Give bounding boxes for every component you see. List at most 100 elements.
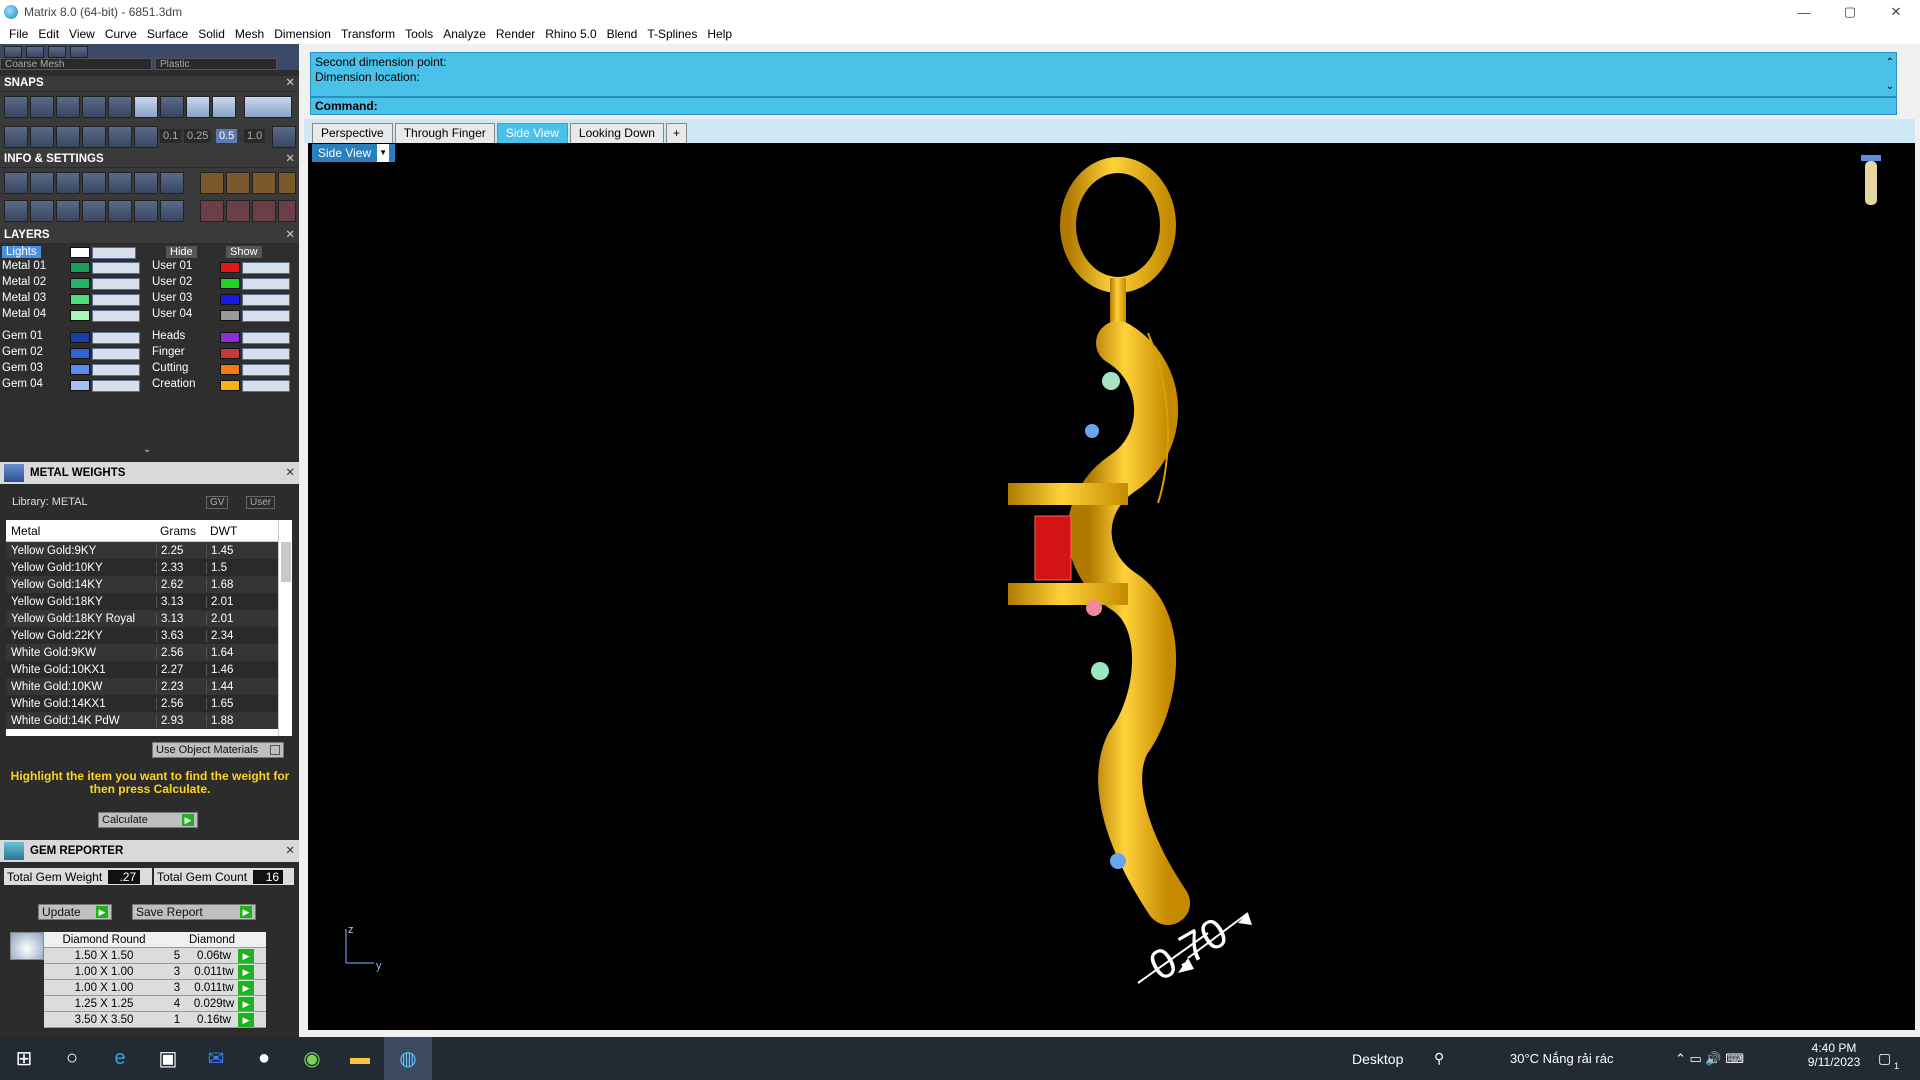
- layer-name[interactable]: Finger: [152, 346, 185, 358]
- cursor-icon[interactable]: [134, 126, 158, 148]
- layer-name[interactable]: Creation: [152, 378, 195, 390]
- layer-color-swatch[interactable]: [70, 294, 90, 305]
- expand-icon[interactable]: ⌄: [143, 444, 151, 455]
- clock[interactable]: 4:40 PM 9/11/2023: [1804, 1041, 1864, 1069]
- layer-color-swatch[interactable]: [70, 380, 90, 391]
- layer-visibility-lock[interactable]: [92, 348, 140, 360]
- eraser-icon[interactable]: [108, 126, 132, 148]
- layer-visibility-lock[interactable]: [242, 310, 290, 322]
- edge-icon[interactable]: e: [96, 1037, 144, 1080]
- prongs-icon[interactable]: [252, 200, 276, 222]
- lights-swatch[interactable]: [70, 247, 90, 258]
- hide-button[interactable]: Hide: [166, 246, 197, 258]
- minimize-button[interactable]: —: [1781, 0, 1827, 24]
- ortho-snap-icon[interactable]: [244, 96, 292, 118]
- table-row[interactable]: White Gold:14KX1 2.56 1.65: [6, 695, 278, 712]
- layer-name[interactable]: User 04: [152, 308, 192, 320]
- layer-color-swatch[interactable]: [70, 364, 90, 375]
- layer-color-swatch[interactable]: [70, 348, 90, 359]
- layer-name[interactable]: Cutting: [152, 362, 188, 374]
- windows-start-icon[interactable]: ⊞: [0, 1037, 48, 1080]
- maximize-button[interactable]: ▢: [1827, 0, 1873, 24]
- layer-visibility-lock[interactable]: [92, 310, 140, 322]
- wire-icon[interactable]: [70, 46, 88, 58]
- menu-dimension[interactable]: Dimension: [269, 27, 336, 41]
- layer-name[interactable]: Gem 02: [2, 346, 43, 358]
- mannequin-icon[interactable]: [1865, 161, 1877, 205]
- tray-icons[interactable]: ⌃ ▭ 🔊 ⌨: [1675, 1037, 1744, 1080]
- use-object-materials[interactable]: Use Object Materials: [152, 742, 284, 758]
- settings-head-icon[interactable]: [278, 200, 296, 222]
- layer-visibility-lock[interactable]: [92, 332, 140, 344]
- table-row[interactable]: White Gold:10KW 2.23 1.44: [6, 678, 278, 695]
- grid-view-icon[interactable]: [4, 200, 28, 222]
- files-icon[interactable]: [82, 172, 106, 194]
- tab-through-finger[interactable]: Through Finger: [394, 123, 495, 143]
- layer-name[interactable]: Metal 01: [2, 260, 46, 272]
- people-icon[interactable]: ⚲: [1434, 1037, 1444, 1080]
- snap-value-3[interactable]: 0.5: [216, 129, 238, 143]
- cen-snap-icon[interactable]: [108, 96, 132, 118]
- print-icon[interactable]: [108, 172, 132, 194]
- layer-color-swatch[interactable]: [220, 380, 240, 391]
- shade-icon[interactable]: [26, 46, 44, 58]
- menu-transform[interactable]: Transform: [336, 27, 400, 41]
- settings-icon[interactable]: [4, 172, 28, 194]
- layer-visibility-lock[interactable]: [242, 348, 290, 360]
- mid-snap-icon[interactable]: [82, 96, 106, 118]
- command-line[interactable]: Command:: [310, 97, 1897, 115]
- point-snap-icon[interactable]: [56, 96, 80, 118]
- layer-name[interactable]: Gem 03: [2, 362, 43, 374]
- layer-name[interactable]: Heads: [152, 330, 185, 342]
- table-row[interactable]: Yellow Gold:22KY 3.63 2.34: [6, 627, 278, 644]
- close-icon[interactable]: ✕: [285, 228, 295, 243]
- table-row[interactable]: Yellow Gold:10KY 2.33 1.5: [6, 559, 278, 576]
- layer-color-swatch[interactable]: [220, 294, 240, 305]
- layer-color-swatch[interactable]: [220, 332, 240, 343]
- update-button[interactable]: Update ▶: [38, 904, 112, 920]
- menu-tools[interactable]: Tools: [400, 27, 438, 41]
- tan-snap-icon[interactable]: [186, 96, 210, 118]
- gem-row[interactable]: 3.50 X 3.50 1 0.16tw ▶: [44, 1012, 266, 1028]
- menu-curve[interactable]: Curve: [100, 27, 142, 41]
- layer-name[interactable]: Gem 04: [2, 378, 43, 390]
- window-icon[interactable]: [30, 200, 54, 222]
- app-green-icon[interactable]: ◉: [288, 1037, 336, 1080]
- select-gem-icon[interactable]: ▶: [238, 948, 254, 963]
- quad-snap-icon[interactable]: [212, 96, 236, 118]
- viewport-label[interactable]: Side View ▼: [312, 144, 396, 162]
- layer-visibility-lock[interactable]: [92, 262, 140, 274]
- mail-icon[interactable]: ✉: [192, 1037, 240, 1080]
- layer-visibility-lock[interactable]: [92, 364, 140, 376]
- brush-icon[interactable]: [134, 172, 158, 194]
- render-icon[interactable]: [4, 46, 22, 58]
- table-row[interactable]: White Gold:9KW 2.56 1.64: [6, 644, 278, 661]
- layer-name[interactable]: User 03: [152, 292, 192, 304]
- gem-row[interactable]: 1.00 X 1.00 3 0.011tw ▶: [44, 964, 266, 980]
- layer-visibility-lock[interactable]: [92, 294, 140, 306]
- filter-icon[interactable]: [108, 200, 132, 222]
- gem-row[interactable]: 1.25 X 1.25 4 0.029tw ▶: [44, 996, 266, 1012]
- layer-name[interactable]: Gem 01: [2, 330, 43, 342]
- layer-color-swatch[interactable]: [220, 310, 240, 321]
- select-gem-icon[interactable]: ▶: [238, 980, 254, 995]
- close-icon[interactable]: ✕: [285, 76, 295, 91]
- split-icon[interactable]: [134, 200, 158, 222]
- layer-name[interactable]: User 01: [152, 260, 192, 272]
- menu-mesh[interactable]: Mesh: [230, 27, 269, 41]
- menu-view[interactable]: View: [64, 27, 100, 41]
- gem-row[interactable]: 1.00 X 1.00 3 0.011tw ▶: [44, 980, 266, 996]
- menu-rhino[interactable]: Rhino 5.0: [540, 27, 601, 41]
- tools-icon[interactable]: [200, 172, 224, 194]
- zalo-icon[interactable]: ●: [240, 1037, 288, 1080]
- layer-visibility-lock[interactable]: [242, 364, 290, 376]
- cube-icon[interactable]: [56, 200, 80, 222]
- layer-color-swatch[interactable]: [70, 310, 90, 321]
- select-gem-icon[interactable]: ▶: [238, 964, 254, 979]
- lights-layer[interactable]: Lights: [2, 246, 41, 258]
- layer-color-swatch[interactable]: [220, 348, 240, 359]
- weights-scrollbar[interactable]: [278, 520, 292, 736]
- close-button[interactable]: ✕: [1873, 0, 1919, 24]
- layer-color-swatch[interactable]: [220, 262, 240, 273]
- menu-blend[interactable]: Blend: [602, 27, 643, 41]
